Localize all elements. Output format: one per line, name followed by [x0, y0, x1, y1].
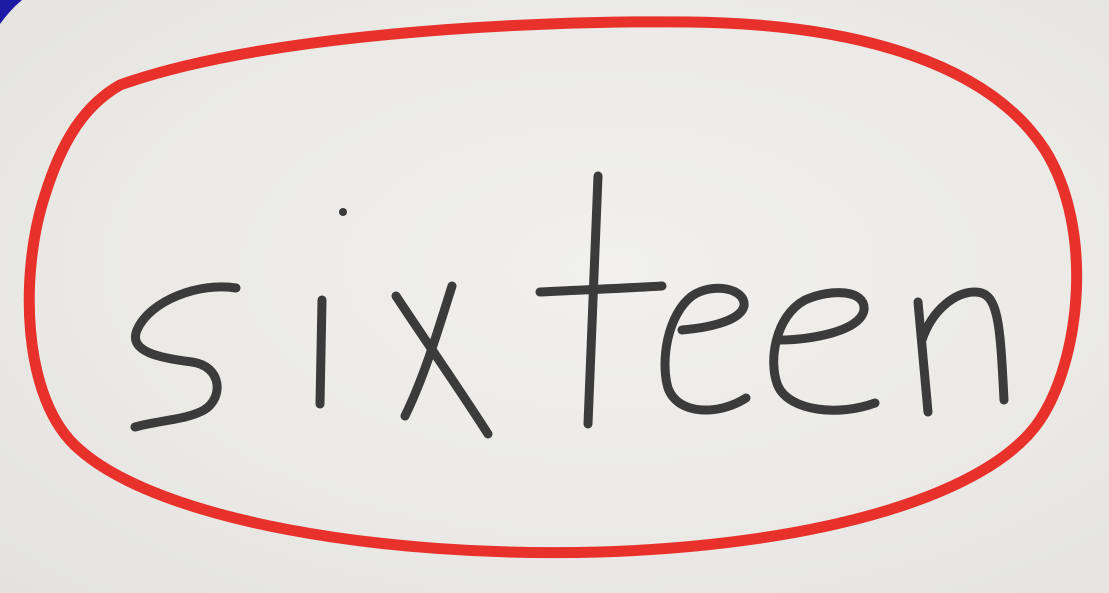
letter-t-stem [583, 171, 603, 429]
letter-t-bar [535, 281, 667, 297]
letter-n [913, 287, 1009, 417]
paper-card: sixteen [0, 0, 1109, 593]
letter-e-2 [769, 288, 880, 415]
letter-i-dot [339, 208, 347, 216]
letter-s [130, 282, 241, 432]
hand-drawn-word [23, 16, 1083, 559]
letter-x-stroke-2 [400, 281, 457, 421]
letter-e-1 [660, 283, 751, 415]
letter-i-stem [315, 295, 327, 409]
